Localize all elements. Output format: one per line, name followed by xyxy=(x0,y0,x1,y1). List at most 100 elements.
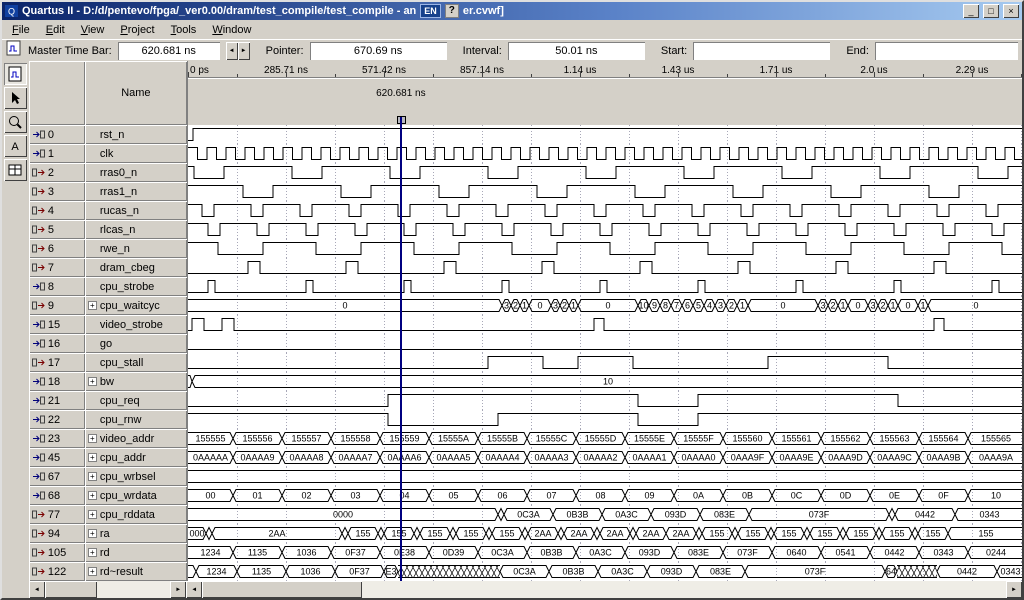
signal-id-cell[interactable]: 3 xyxy=(29,182,85,201)
waveforms-body[interactable]: 0321032101098765432103210321010 10 1555551… xyxy=(188,125,1022,581)
signal-row-rlcas_n[interactable]: 5rlcas_n xyxy=(29,220,187,239)
waveform-row-dram_cbeg[interactable] xyxy=(188,258,1022,277)
signal-id-cell[interactable]: 4 xyxy=(29,201,85,220)
waveform-row-go[interactable] xyxy=(188,334,1022,353)
names-scrollbar[interactable]: ◄ ► xyxy=(29,581,186,598)
expand-icon[interactable]: + xyxy=(88,453,97,462)
signal-id-cell[interactable]: 68 xyxy=(29,486,85,505)
signal-id-cell[interactable]: 94 xyxy=(29,524,85,543)
waveform-row-rwe_n[interactable] xyxy=(188,239,1022,258)
waveform-row-cpu_stall[interactable] xyxy=(188,353,1022,372)
signal-id-cell[interactable]: 6 xyxy=(29,239,85,258)
wave-scroll-thumb[interactable] xyxy=(202,581,362,598)
signal-id-cell[interactable]: 9 xyxy=(29,296,85,315)
waveform-row-rd~result[interactable]: 1234113510360F37E30C3A0B3B0A3C093D083E07… xyxy=(188,562,1022,581)
expand-icon[interactable]: + xyxy=(88,529,97,538)
menu-edit[interactable]: Edit xyxy=(38,21,73,39)
signal-name-cell[interactable]: cpu_req xyxy=(85,391,187,410)
signal-row-rras0_n[interactable]: 2rras0_n xyxy=(29,163,187,182)
signal-id-cell[interactable]: 21 xyxy=(29,391,85,410)
time-ruler-marker-area[interactable]: 620.681 ns xyxy=(188,81,1022,125)
signal-name-cell[interactable]: rucas_n xyxy=(85,201,187,220)
signal-row-cpu_req[interactable]: 21cpu_req xyxy=(29,391,187,410)
signal-row-cpu_stall[interactable]: 17cpu_stall xyxy=(29,353,187,372)
signal-name-cell[interactable]: +video_addr xyxy=(85,429,187,448)
waveform-row-cpu_wrdata[interactable]: 000102030405060708090A0B0C0D0E0F10 xyxy=(188,486,1022,505)
expand-icon[interactable]: + xyxy=(88,548,97,557)
waveform-row-video_addr[interactable]: 15555515555615555715555815555915555A1555… xyxy=(188,429,1022,448)
signal-id-cell[interactable]: 18 xyxy=(29,372,85,391)
signal-name-cell[interactable]: +cpu_wrdata xyxy=(85,486,187,505)
expand-icon[interactable]: + xyxy=(88,377,97,386)
signal-name-cell[interactable]: +cpu_wrbsel xyxy=(85,467,187,486)
signal-id-cell[interactable]: 0 xyxy=(29,125,85,144)
signal-id-cell[interactable]: 16 xyxy=(29,334,85,353)
waveform-row-rst_n[interactable] xyxy=(188,125,1022,144)
signal-row-cpu_wrdata[interactable]: 68+cpu_wrdata xyxy=(29,486,187,505)
signal-id-cell[interactable]: 23 xyxy=(29,429,85,448)
signal-row-ra[interactable]: 94+ra xyxy=(29,524,187,543)
signal-id-cell[interactable]: 17 xyxy=(29,353,85,372)
signal-row-cpu_addr[interactable]: 45+cpu_addr xyxy=(29,448,187,467)
signal-name-cell[interactable]: +bw xyxy=(85,372,187,391)
waveform-row-clk[interactable] xyxy=(188,144,1022,163)
names-scroll-track[interactable] xyxy=(45,581,170,598)
selection-pointer-icon[interactable] xyxy=(4,87,27,109)
signal-name-cell[interactable]: rst_n xyxy=(85,125,187,144)
time-cursor-line[interactable] xyxy=(400,117,402,581)
signal-id-cell[interactable]: 8 xyxy=(29,277,85,296)
names-scroll-right-arrow[interactable]: ► xyxy=(170,581,186,598)
signal-row-video_addr[interactable]: 23+video_addr xyxy=(29,429,187,448)
signal-name-cell[interactable]: +rd~result xyxy=(85,562,187,581)
waveform-row-rras0_n[interactable] xyxy=(188,163,1022,182)
wave-scroll-track[interactable] xyxy=(202,581,1006,598)
waveform-tool-button[interactable] xyxy=(4,63,27,85)
signal-id-cell[interactable]: 122 xyxy=(29,562,85,581)
signal-id-cell[interactable]: 22 xyxy=(29,410,85,429)
signal-name-cell[interactable]: +cpu_waitcyc xyxy=(85,296,187,315)
signal-name-cell[interactable]: clk xyxy=(85,144,187,163)
signal-name-cell[interactable]: cpu_rnw xyxy=(85,410,187,429)
menu-file[interactable]: File xyxy=(4,21,38,39)
waveform-row-cpu_req[interactable] xyxy=(188,391,1022,410)
waveform-row-cpu_addr[interactable]: 0AAAAA0AAAA90AAAA80AAAA70AAAA60AAAA50AAA… xyxy=(188,448,1022,467)
signal-row-cpu_rnw[interactable]: 22cpu_rnw xyxy=(29,410,187,429)
signal-row-rucas_n[interactable]: 4rucas_n xyxy=(29,201,187,220)
signal-row-video_strobe[interactable]: 15video_strobe xyxy=(29,315,187,334)
names-scroll-thumb[interactable] xyxy=(45,581,97,598)
signal-name-cell[interactable]: rwe_n xyxy=(85,239,187,258)
waveform-row-bw[interactable]: 10 xyxy=(188,372,1022,391)
signal-id-cell[interactable]: 5 xyxy=(29,220,85,239)
signal-id-cell[interactable]: 2 xyxy=(29,163,85,182)
expand-icon[interactable]: + xyxy=(88,567,97,576)
signal-name-cell[interactable]: +cpu_rddata xyxy=(85,505,187,524)
menu-view[interactable]: View xyxy=(73,21,113,39)
expand-icon[interactable]: + xyxy=(88,301,97,310)
signal-id-cell[interactable]: 77 xyxy=(29,505,85,524)
minimize-button[interactable]: _ xyxy=(963,4,979,18)
expand-icon[interactable]: + xyxy=(88,510,97,519)
spin-right-arrow[interactable]: ► xyxy=(238,42,250,60)
waveform-row-ra[interactable]: 0002AA1551551551551552AA2AA2AA2AA2AA1551… xyxy=(188,524,1022,543)
signal-name-cell[interactable]: dram_cbeg xyxy=(85,258,187,277)
signal-row-cpu_strobe[interactable]: 8cpu_strobe xyxy=(29,277,187,296)
signal-id-cell[interactable]: 45 xyxy=(29,448,85,467)
signal-row-rd[interactable]: 105+rd xyxy=(29,543,187,562)
close-button[interactable]: × xyxy=(1003,4,1019,18)
signal-id-cell[interactable]: 67 xyxy=(29,467,85,486)
wave-scroll-right-arrow[interactable]: ► xyxy=(1006,581,1022,598)
expand-icon[interactable]: + xyxy=(88,491,97,500)
expand-icon[interactable]: + xyxy=(88,434,97,443)
help-icon[interactable]: ? xyxy=(445,4,459,18)
signal-name-cell[interactable]: cpu_stall xyxy=(85,353,187,372)
waveform-row-video_strobe[interactable] xyxy=(188,315,1022,334)
signal-id-cell[interactable]: 105 xyxy=(29,543,85,562)
waveform-row-rd[interactable]: 1234113510360F370E380D390C3A0B3B0A3C093D… xyxy=(188,543,1022,562)
signal-row-rras1_n[interactable]: 3rras1_n xyxy=(29,182,187,201)
signal-row-clk[interactable]: 1clk xyxy=(29,144,187,163)
restore-button[interactable]: □ xyxy=(983,4,999,18)
waveform-row-cpu_waitcyc[interactable]: 0321032101098765432103210321010 xyxy=(188,296,1022,315)
signal-row-cpu_waitcyc[interactable]: 9+cpu_waitcyc xyxy=(29,296,187,315)
signal-row-cpu_rddata[interactable]: 77+cpu_rddata xyxy=(29,505,187,524)
menu-project[interactable]: Project xyxy=(112,21,162,39)
